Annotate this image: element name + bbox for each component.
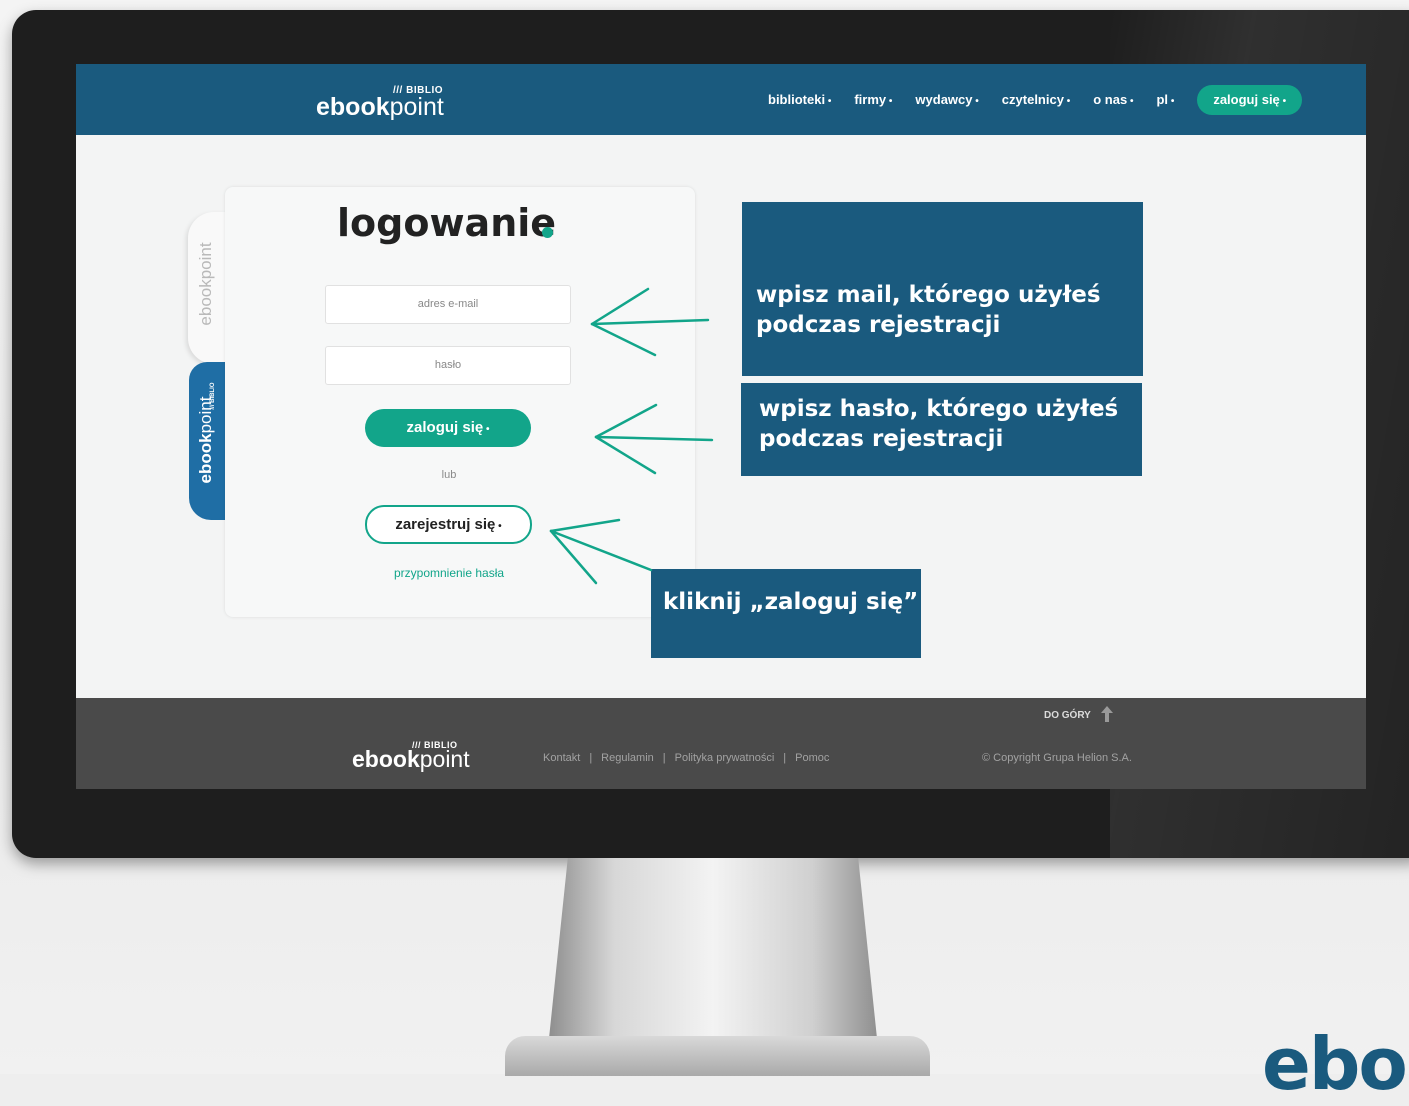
footer-link-regulamin[interactable]: Regulamin	[601, 752, 654, 764]
footer-brand-logo[interactable]: /// BIBLIO ebookpoint	[352, 740, 492, 780]
nav-login-button[interactable]: zaloguj się	[1197, 84, 1303, 115]
top-navigation-bar: /// BIBLIO ebookpoint biblioteki firmy w…	[76, 64, 1366, 135]
brand-logo[interactable]: /// BIBLIO ebookpoint	[316, 80, 456, 121]
login-button[interactable]: zaloguj się	[365, 409, 531, 447]
footer-link-pomoc[interactable]: Pomoc	[795, 752, 829, 764]
or-separator: lub	[441, 469, 457, 481]
footer-links: Kontakt | Regulamin | Polityka prywatności | P…	[543, 752, 830, 764]
brand-wordmark: ebookpoint	[316, 93, 444, 121]
monitor-screen: /// BIBLIO ebookpoint biblioteki firmy w…	[76, 64, 1366, 789]
nav-item-biblioteki[interactable]: biblioteki	[768, 92, 831, 107]
callout-email-line1: wpisz mail, którego użyłeś	[756, 282, 1101, 308]
callout-email: wpisz mail, którego użyłeś podczas rejes…	[742, 202, 1143, 376]
nav-item-o-nas[interactable]: o nas	[1093, 92, 1133, 107]
corner-brand-logo: ebo	[1262, 1022, 1408, 1106]
tab-biblio-prefix: /// BIBLIO	[210, 382, 216, 410]
nav-item-wydawcy[interactable]: wydawcy	[915, 92, 978, 107]
back-to-top-link[interactable]: DO GÓRY	[1044, 710, 1091, 721]
monitor-stand	[548, 858, 878, 1048]
tab-biblio-ebookpoint[interactable]: ebookpoint /// BIBLIO	[189, 362, 227, 520]
nav-item-czytelnicy[interactable]: czytelnicy	[1002, 92, 1070, 107]
page-footer: DO GÓRY /// BIBLIO ebookpoint Kontakt | Re…	[76, 698, 1366, 789]
footer-brand-wordmark: ebookpoint	[352, 746, 470, 772]
nav-item-language[interactable]: pl	[1156, 92, 1174, 107]
tab-ebookpoint-label: ebookpoint	[196, 242, 215, 326]
register-button[interactable]: zarejestruj się	[365, 505, 532, 544]
login-card: logowanie adres e-mail hasło zaloguj się…	[225, 187, 695, 617]
arrow-up-icon[interactable]	[1101, 706, 1113, 722]
callout-password-line2: podczas rejestracji	[759, 426, 1004, 452]
forgot-password-link[interactable]: przypomnienie hasła	[225, 566, 673, 580]
footer-link-polityka[interactable]: Polityka prywatności	[675, 752, 775, 764]
callout-click-login: kliknij „zaloguj się”	[651, 569, 921, 658]
tab-ebookpoint[interactable]: ebookpoint	[188, 212, 228, 364]
callout-password-line1: wpisz hasło, którego użyłeś	[759, 396, 1119, 422]
callout-click-text: kliknij „zaloguj się”	[663, 589, 919, 615]
main-nav: biblioteki firmy wydawcy czytelnicy o na…	[768, 64, 1303, 135]
callout-email-line2: podczas rejestracji	[756, 312, 1001, 338]
email-field[interactable]: adres e-mail	[325, 285, 571, 324]
title-dot	[542, 227, 553, 238]
nav-item-firmy[interactable]: firmy	[854, 92, 892, 107]
page-title: logowanie	[337, 201, 557, 245]
monitor-stand-base	[505, 1036, 930, 1076]
callout-password: wpisz hasło, którego użyłeś podczas reje…	[741, 383, 1142, 476]
footer-copyright: © Copyright Grupa Helion S.A.	[982, 752, 1132, 764]
password-field[interactable]: hasło	[325, 346, 571, 385]
footer-link-kontakt[interactable]: Kontakt	[543, 752, 580, 764]
